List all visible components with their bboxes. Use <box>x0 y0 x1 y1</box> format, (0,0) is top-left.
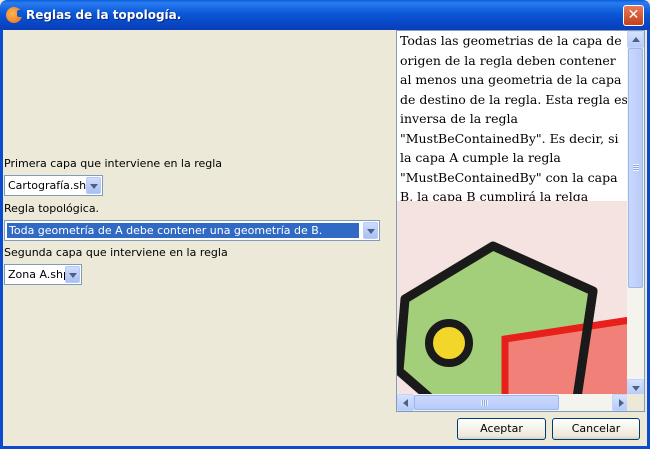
dialog-window: Reglas de la topología. ✕ Primera capa q… <box>0 0 650 449</box>
second-layer-value: Zona A.shp <box>8 268 70 281</box>
description-panel[interactable]: Todas las geometrias de la capa de orige… <box>396 30 645 412</box>
rule-value: Toda geometría de A debe contener una ge… <box>7 223 359 238</box>
scroll-up-icon[interactable] <box>627 31 644 48</box>
second-layer-label: Segunda capa que interviene en la regla <box>4 246 228 259</box>
cancel-button[interactable]: Cancelar <box>552 418 640 440</box>
rule-description: Todas las geometrias de la capa de orige… <box>400 33 628 224</box>
vertical-scroll-thumb[interactable] <box>628 48 643 288</box>
chevron-down-icon[interactable] <box>65 266 80 283</box>
scroll-left-icon[interactable] <box>397 394 414 411</box>
rule-illustration <box>397 201 629 397</box>
horizontal-scroll-thumb[interactable] <box>414 395 559 410</box>
illustration-graphic <box>397 241 629 397</box>
chevron-down-icon[interactable] <box>86 177 101 194</box>
vertical-scrollbar[interactable] <box>627 31 644 396</box>
title-bar[interactable]: Reglas de la topología. ✕ <box>0 0 650 30</box>
scroll-corner <box>627 394 644 411</box>
close-button[interactable]: ✕ <box>623 5 644 26</box>
point-feature <box>425 319 473 367</box>
first-layer-combo[interactable]: Cartografía.shp <box>4 175 103 196</box>
first-layer-value: Cartografía.shp <box>8 179 94 192</box>
chevron-down-icon[interactable] <box>363 222 378 239</box>
rule-label: Regla topológica. <box>4 202 100 215</box>
second-layer-combo[interactable]: Zona A.shp <box>4 264 82 285</box>
first-layer-label: Primera capa que interviene en la regla <box>4 157 223 170</box>
app-icon <box>6 7 23 23</box>
rule-combo[interactable]: Toda geometría de A debe contener una ge… <box>4 220 380 241</box>
accept-button[interactable]: Aceptar <box>457 418 546 440</box>
window-title: Reglas de la topología. <box>26 8 182 22</box>
horizontal-scrollbar[interactable] <box>397 394 629 411</box>
window-frame-left <box>0 30 3 449</box>
